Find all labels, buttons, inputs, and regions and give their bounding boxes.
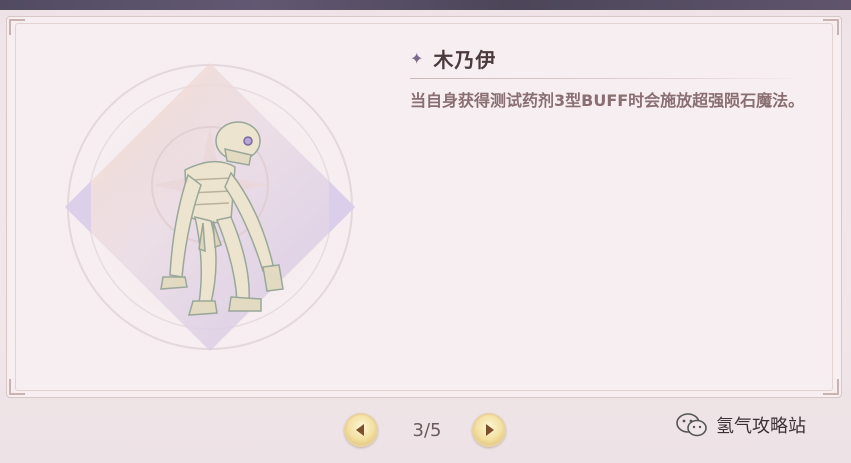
top-background-strip [0, 0, 851, 10]
monster-name: 木乃伊 [433, 48, 497, 72]
previous-page-button[interactable] [344, 413, 378, 447]
card-corner-ornament [823, 379, 839, 395]
card-corner-ornament [823, 19, 839, 35]
pager: 3/5 [342, 411, 512, 451]
page-indicator: 3/5 [412, 420, 442, 441]
monster-portrait [55, 45, 365, 365]
card-corner-ornament [9, 19, 25, 35]
mummy-portrait-icon [65, 63, 355, 351]
monster-title-row: ✦ 木乃伊 [410, 44, 496, 73]
title-divider [410, 78, 802, 79]
monster-info-screen: ✦ 木乃伊 当自身获得测试药剂3型BUFF时会施放超强陨石魔法。 3/5 氢气攻… [0, 0, 851, 463]
next-page-button[interactable] [472, 413, 506, 447]
arrow-right-icon [486, 424, 494, 436]
sparkle-icon: ✦ [410, 48, 424, 68]
arrow-left-icon [356, 424, 364, 436]
monster-description: 当自身获得测试药剂3型BUFF时会施放超强陨石魔法。 [410, 91, 805, 110]
card-corner-ornament [9, 379, 25, 395]
wechat-icon [676, 413, 707, 437]
watermark: 氢气攻略站 [676, 412, 806, 438]
watermark-text: 氢气攻略站 [716, 416, 806, 437]
